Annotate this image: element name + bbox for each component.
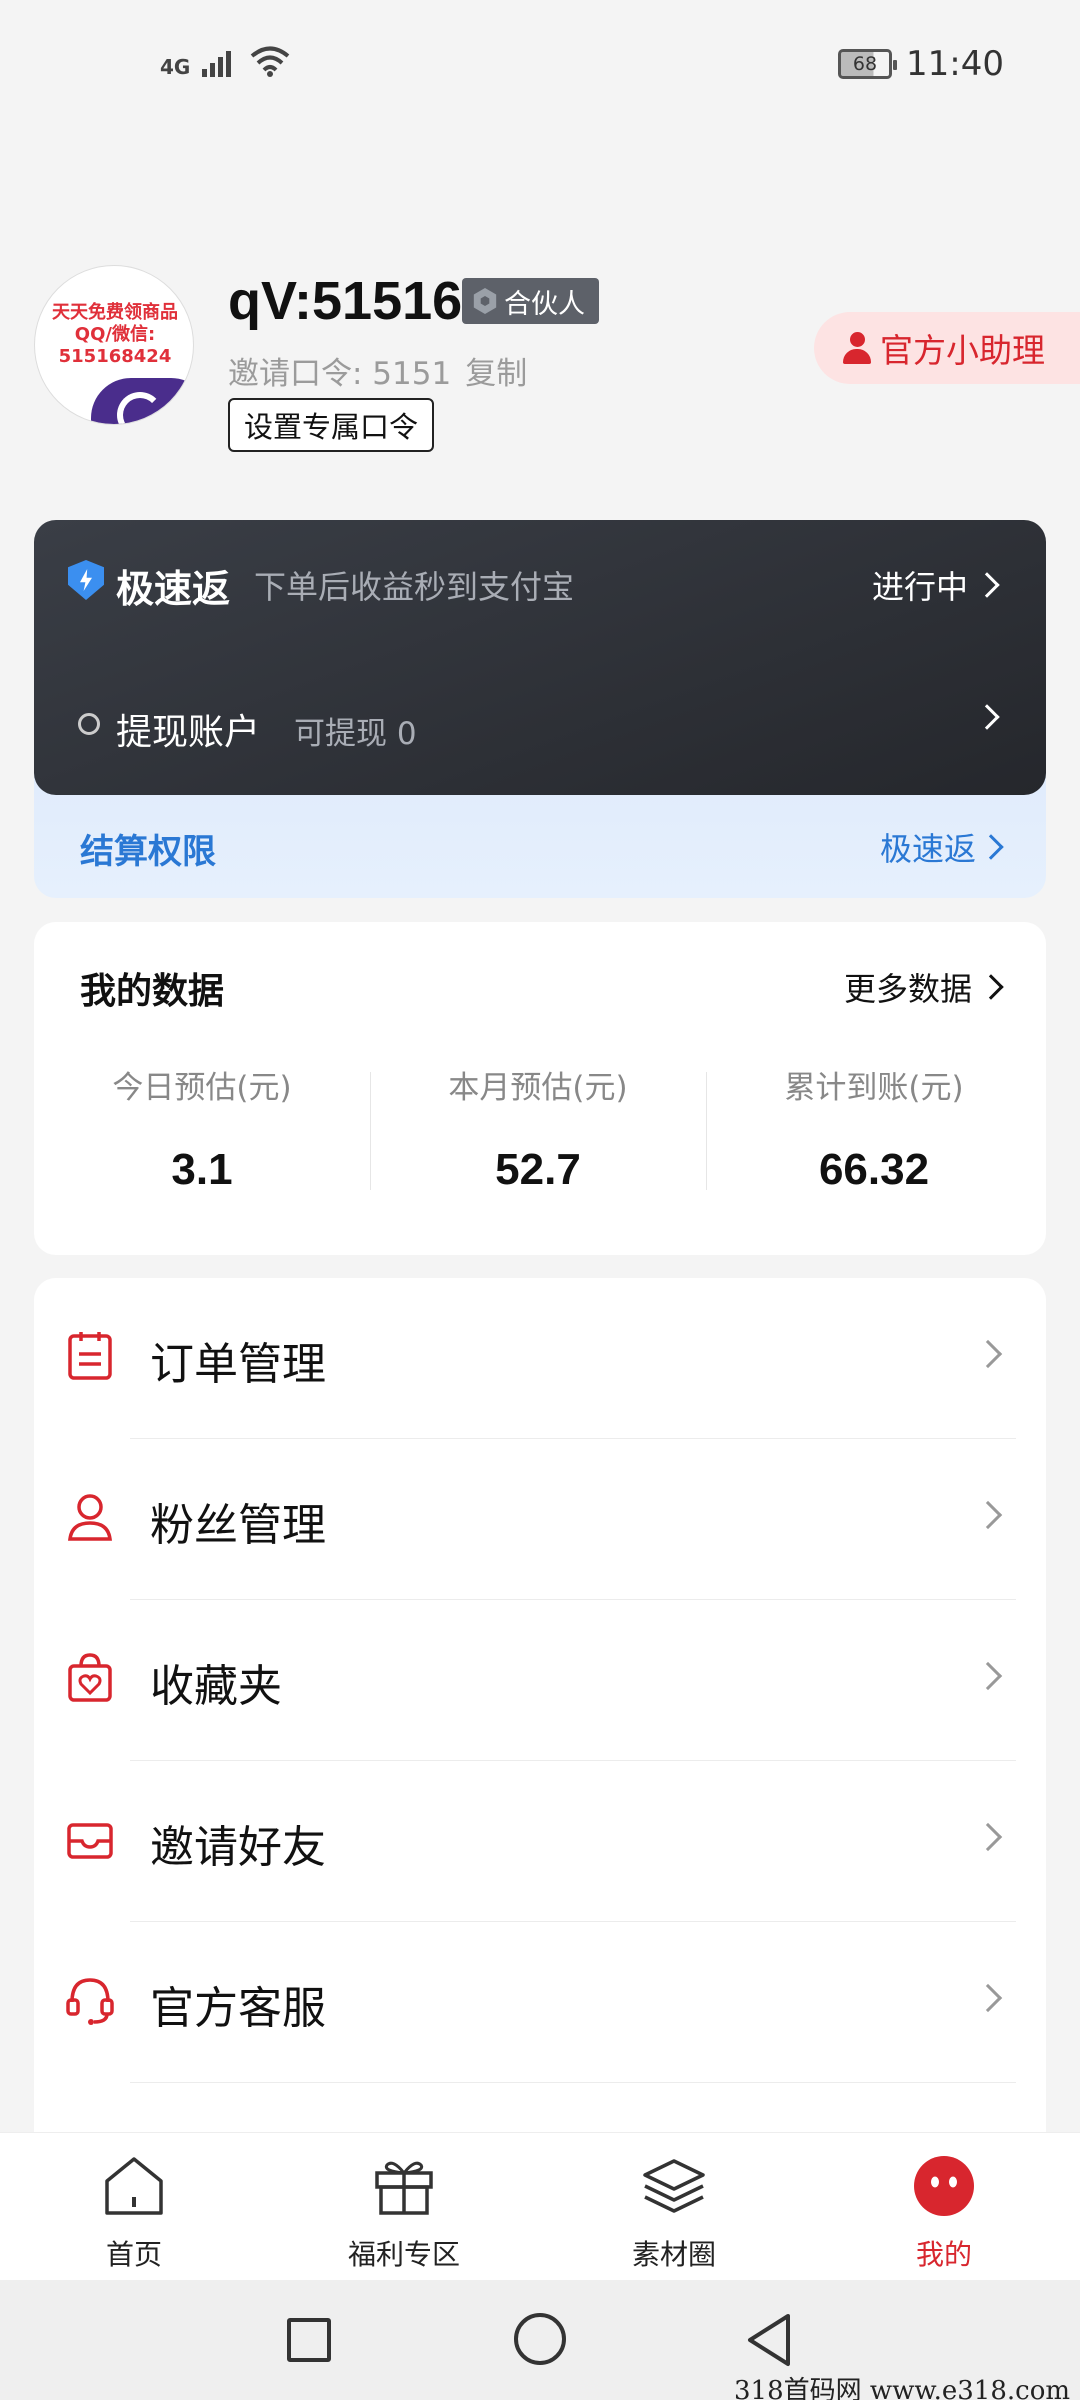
battery-icon: 68 — [838, 49, 898, 79]
more-data-label: 更多数据 — [843, 970, 972, 1008]
signal-icon — [202, 51, 232, 77]
fast-rebate-status[interactable]: 进行中 — [871, 562, 1000, 608]
withdraw-account-title: 提现账户 — [116, 712, 261, 753]
status-bar: 4G 68 11:40 — [0, 0, 1080, 130]
stat-month[interactable]: 本月预估(元) 52.7 — [370, 1062, 706, 1195]
hexagon-icon — [473, 288, 497, 314]
withdraw-chevron-icon[interactable] — [974, 704, 1000, 730]
nav-mine[interactable]: 我的 — [844, 2155, 1044, 2273]
chevron-right-icon — [978, 974, 1004, 1000]
status-right: 68 11:40 — [838, 44, 1004, 84]
menu-item-customer-service[interactable]: 官方客服 — [34, 1922, 1046, 2083]
fast-rebate-card[interactable]: 极速返 下单后收益秒到支付宝 进行中 提现账户 可提现 0 — [34, 520, 1046, 795]
wifi-icon — [251, 46, 290, 77]
chevron-right-icon — [973, 1983, 1003, 2013]
menu-item-label: 订单管理 — [150, 1339, 326, 1390]
menu-item-label: 粉丝管理 — [150, 1500, 326, 1551]
gift-icon — [375, 2161, 433, 2215]
chevron-right-icon — [973, 1339, 1003, 1369]
back-button[interactable] — [744, 2312, 794, 2368]
invite-code: 邀请口令: 5151 — [228, 356, 452, 392]
headset-icon — [66, 1978, 114, 2025]
home-button[interactable] — [514, 2313, 566, 2365]
partner-badge: 合伙人 — [462, 278, 599, 324]
favorites-icon — [68, 1653, 112, 1702]
home-icon — [105, 2157, 163, 2215]
more-data-link[interactable]: 更多数据 — [843, 964, 1004, 1010]
stat-value: 3.1 — [171, 1145, 233, 1194]
menu-list: 订单管理 粉丝管理 收藏夹 邀请好友 官方客服 — [34, 1278, 1046, 2138]
settlement-label: 结算权限 — [80, 832, 216, 872]
nav-label: 我的 — [915, 2238, 972, 2271]
fans-icon — [68, 1494, 112, 1541]
menu-item-fans[interactable]: 粉丝管理 — [34, 1439, 1046, 1600]
stat-label: 今日预估(元) — [112, 1070, 292, 1106]
menu-item-invite[interactable]: 邀请好友 — [34, 1761, 1046, 1922]
stat-today[interactable]: 今日预估(元) 3.1 — [34, 1062, 370, 1195]
person-icon — [842, 332, 872, 364]
fast-rebate-description: 下单后收益秒到支付宝 — [254, 568, 575, 606]
my-data-card: 我的数据 更多数据 今日预估(元) 3.1 本月预估(元) 52.7 累计到账(… — [34, 922, 1046, 1255]
chevron-right-icon — [973, 1822, 1003, 1852]
partner-badge-label: 合伙人 — [504, 288, 585, 320]
chevron-right-icon — [973, 1661, 1003, 1691]
layers-icon — [643, 2159, 705, 2213]
chevron-right-icon — [978, 834, 1004, 860]
avatar[interactable]: 天天免费领商品QQ/微信: 515168424 — [34, 265, 194, 425]
helper-button-label: 官方小助理 — [880, 331, 1045, 370]
circle-icon — [78, 713, 100, 735]
fast-rebate-status-label: 进行中 — [871, 568, 968, 606]
menu-item-favorites[interactable]: 收藏夹 — [34, 1600, 1046, 1761]
lightning-shield-icon — [68, 560, 104, 600]
avatar-watermark: 天天免费领商品QQ/微信: 515168424 — [52, 302, 178, 367]
user-name: qV:51516 — [228, 271, 463, 331]
chevron-right-icon — [973, 1500, 1003, 1530]
menu-item-label: 收藏夹 — [150, 1661, 282, 1712]
order-icon — [68, 1332, 112, 1380]
invite-icon — [67, 1823, 113, 1859]
stat-value: 52.7 — [495, 1145, 581, 1194]
settlement-link-label: 极速返 — [879, 830, 976, 868]
battery-level: 68 — [852, 53, 878, 75]
signal-area: 4G — [160, 45, 290, 77]
settlement-link[interactable]: 极速返 — [879, 824, 1004, 870]
divider — [130, 2082, 1016, 2083]
fast-rebate-title: 极速返 — [116, 567, 231, 611]
nav-label: 首页 — [105, 2238, 162, 2271]
nav-home[interactable]: 首页 — [34, 2155, 234, 2273]
profile-face-icon — [914, 2156, 974, 2216]
nav-welfare[interactable]: 福利专区 — [304, 2155, 504, 2273]
stat-value: 66.32 — [818, 1145, 930, 1194]
recent-apps-button[interactable] — [287, 2318, 331, 2362]
stat-label: 本月预估(元) — [448, 1070, 628, 1106]
stat-label: 累计到账(元) — [784, 1070, 964, 1106]
invite-code-row: 邀请口令: 5151 复制 — [228, 348, 527, 393]
stat-total[interactable]: 累计到账(元) 66.32 — [706, 1062, 1042, 1195]
nav-label: 福利专区 — [347, 2238, 460, 2271]
withdraw-amount: 可提现 0 — [294, 716, 417, 752]
nav-label: 素材圈 — [631, 2238, 716, 2271]
menu-item-orders[interactable]: 订单管理 — [34, 1278, 1046, 1439]
set-code-button[interactable]: 设置专属口令 — [228, 398, 435, 452]
network-type: 4G — [160, 55, 191, 79]
avatar-graphic — [91, 378, 193, 424]
chevron-right-icon — [974, 572, 1000, 598]
site-watermark: 318首码网 www.e318.com — [734, 2376, 1070, 2400]
clock: 11:40 — [906, 44, 1004, 84]
menu-item-label: 官方客服 — [150, 1983, 326, 2034]
nav-materials[interactable]: 素材圈 — [574, 2155, 774, 2273]
bottom-nav: 首页 福利专区 素材圈 我的 — [0, 2132, 1080, 2280]
copy-button[interactable]: 复制 — [465, 348, 527, 393]
helper-button[interactable]: 官方小助理 — [814, 312, 1080, 384]
my-data-title: 我的数据 — [80, 971, 225, 1012]
menu-item-label: 邀请好友 — [150, 1822, 326, 1873]
